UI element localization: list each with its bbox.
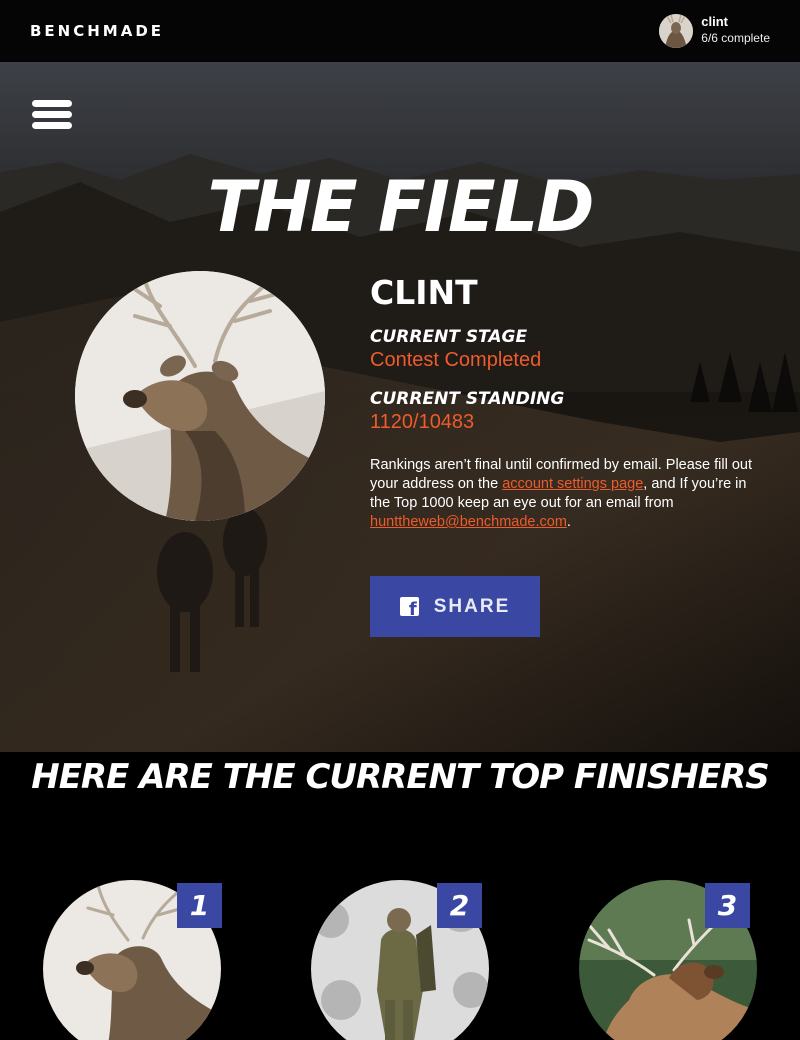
top-bar: BENCHMADE clint 6/6 complete	[0, 0, 800, 62]
user-status[interactable]: clint 6/6 complete	[659, 14, 770, 50]
current-standing-label: CURRENT STANDING	[370, 389, 565, 409]
rank-badge: 3	[705, 883, 750, 928]
rank-badge: 1	[177, 883, 222, 928]
menu-icon-bar	[32, 100, 72, 107]
finisher-card[interactable]: 3	[579, 880, 759, 1040]
email-link[interactable]: hunttheweb@benchmade.com	[370, 514, 567, 530]
menu-icon-bar	[32, 122, 72, 129]
current-stage-value: Contest Completed	[370, 349, 542, 371]
finisher-card[interactable]: 1	[43, 880, 223, 1040]
user-progress: 6/6 complete	[701, 31, 770, 45]
account-settings-link[interactable]: account settings page	[502, 476, 643, 492]
profile-image	[75, 271, 325, 521]
current-standing-value: 1120/10483	[370, 411, 475, 433]
top-finishers-title: HERE ARE THE CURRENT TOP FINISHERS	[0, 756, 800, 798]
player-info: CLINT CURRENT STAGE Contest Completed CU…	[370, 272, 770, 637]
user-name: clint	[701, 14, 729, 29]
finisher-card[interactable]: 2	[311, 880, 491, 1040]
share-label: SHARE	[433, 595, 511, 617]
share-button[interactable]: SHARE	[370, 576, 540, 637]
note-text: .	[566, 514, 571, 530]
section-title-text: HERE ARE THE CURRENT TOP FINISHERS	[31, 757, 769, 797]
menu-icon-bar	[32, 111, 72, 118]
hero-section: THE FIELD CLINT CURRENT STAGE Contest Co…	[0, 62, 800, 752]
player-name: CLINT	[370, 273, 478, 312]
user-avatar[interactable]	[659, 14, 694, 48]
rankings-note: Rankings aren’t final until confirmed by…	[370, 456, 765, 532]
page-title: THE FIELD	[207, 166, 595, 248]
rank-badge: 2	[437, 883, 482, 928]
brand-logo[interactable]: BENCHMADE	[30, 22, 164, 40]
menu-button[interactable]	[32, 100, 72, 130]
current-stage-label: CURRENT STAGE	[370, 327, 528, 347]
facebook-icon	[399, 597, 419, 620]
